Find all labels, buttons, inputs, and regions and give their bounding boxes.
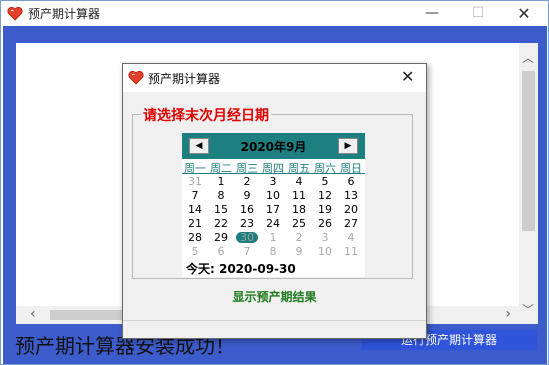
calendar-day[interactable]: 23 [234,217,260,231]
calendar-day[interactable]: 22 [208,217,234,231]
month-calendar[interactable]: ◀ 2020年9月 ▶ 周一 周二 周三 周四 周五 周六 周日 31 1 2 3 4 5 6 7 8 9 10… [182,133,365,277]
calendar-day[interactable]: 26 [312,217,338,231]
show-result-button[interactable]: 显示预产期结果 [123,288,426,305]
scroll-right-icon[interactable]: › [505,306,511,322]
calendar-day[interactable]: 20 [338,203,364,217]
calendar-day[interactable]: 28 [182,231,208,245]
calendar-day[interactable]: 19 [312,203,338,217]
calendar-day[interactable]: 4 [338,231,364,245]
calendar-day[interactable]: 8 [208,189,234,203]
calendar-day[interactable]: 8 [260,245,286,259]
today-link[interactable]: 今天: 2020-09-30 [186,260,296,277]
date-groupbox: 请选择末次月经日期 ◀ 2020年9月 ▶ 周一 周二 周三 周四 周五 周六 周日 31 1… [132,105,413,279]
calendar-day[interactable]: 18 [286,203,312,217]
calendar-day[interactable]: 31 [182,175,208,189]
calendar-day[interactable]: 14 [182,203,208,217]
calendar-day[interactable]: 3 [260,175,286,189]
title-bar[interactable]: 预产期计算器 — ☐ ✕ [1,1,548,26]
weekday-label: 周日 [340,162,362,175]
weekday-header: 周一 周二 周三 周四 周五 周六 周日 [182,160,365,175]
heart-icon [7,6,23,21]
minimize-button[interactable]: — [409,1,455,26]
next-month-button[interactable]: ▶ [338,138,358,154]
weekday-label: 周二 [210,162,232,175]
calendar-day[interactable]: 17 [260,203,286,217]
calculator-dialog: 预产期计算器 ✕ 请选择末次月经日期 ◀ 2020年9月 ▶ 周一 周二 周三 周四周… [122,63,427,339]
scroll-up-icon[interactable]: ︿ [522,49,534,66]
window-title: 预产期计算器 [28,7,101,21]
weekday-label: 周三 [236,162,258,175]
weekday-label: 周六 [314,162,336,175]
calendar-day[interactable]: 5 [182,245,208,259]
calendar-day[interactable]: 2 [286,231,312,245]
calendar-day[interactable]: 25 [286,217,312,231]
calendar-day[interactable]: 10 [260,189,286,203]
heart-icon [128,70,144,85]
dialog-title-bar[interactable]: 预产期计算器 ✕ [123,64,426,92]
calendar-day-selected[interactable]: 30 [234,231,260,245]
calendar-day[interactable]: 11 [338,245,364,259]
calendar-day[interactable]: 5 [312,175,338,189]
calendar-day[interactable]: 6 [338,175,364,189]
calendar-day[interactable]: 29 [208,231,234,245]
weekday-label: 周五 [288,162,310,175]
calendar-day[interactable]: 6 [208,245,234,259]
calendar-day[interactable]: 10 [312,245,338,259]
calendar-day[interactable]: 9 [234,189,260,203]
vertical-scrollbar[interactable]: ︿ ﹀ [519,43,538,324]
dialog-title: 预产期计算器 [148,72,221,86]
calendar-day[interactable]: 1 [260,231,286,245]
calendar-day[interactable]: 7 [234,245,260,259]
calendar-day[interactable]: 9 [286,245,312,259]
dialog-close-button[interactable]: ✕ [401,67,414,86]
vertical-scroll-thumb[interactable] [522,71,535,231]
calendar-day[interactable]: 12 [312,189,338,203]
scroll-left-icon[interactable]: ‹ [30,306,36,322]
maximize-button[interactable]: ☐ [455,1,501,26]
dialog-body: 请选择末次月经日期 ◀ 2020年9月 ▶ 周一 周二 周三 周四 周五 周六 周日 31 1… [123,92,426,338]
scroll-down-icon[interactable]: ﹀ [522,301,534,318]
calendar-day[interactable]: 27 [338,217,364,231]
calendar-day[interactable]: 21 [182,217,208,231]
group-label: 请选择末次月经日期 [141,105,271,125]
weekday-label: 周一 [184,162,206,175]
calendar-day[interactable]: 11 [286,189,312,203]
calendar-day[interactable]: 4 [286,175,312,189]
calendar-header: ◀ 2020年9月 ▶ [182,133,365,159]
calendar-day[interactable]: 7 [182,189,208,203]
calendar-day[interactable]: 15 [208,203,234,217]
calendar-day[interactable]: 24 [260,217,286,231]
calendar-day[interactable]: 16 [234,203,260,217]
divider [123,320,426,321]
calendar-day[interactable]: 13 [338,189,364,203]
close-button[interactable]: ✕ [501,1,547,26]
calendar-day[interactable]: 2 [234,175,260,189]
weekday-label: 周四 [262,162,284,175]
calendar-day[interactable]: 1 [208,175,234,189]
calendar-day[interactable]: 3 [312,231,338,245]
